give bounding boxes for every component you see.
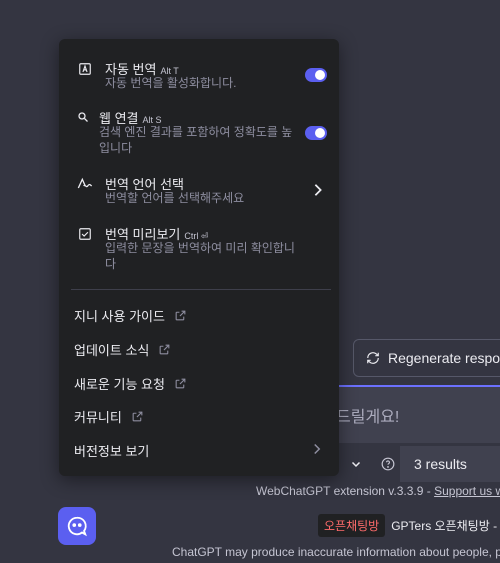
regenerate-button[interactable]: Regenerate response xyxy=(353,339,500,377)
menu-item-translate-preview[interactable]: 번역 미리보기 Ctrl ⏎ 입력한 문장을 번역하여 미리 확인합니다 xyxy=(77,224,327,274)
external-link-icon xyxy=(131,410,144,423)
search-options-select[interactable] xyxy=(336,446,376,482)
translate-wave-icon xyxy=(77,176,93,192)
menu-item-desc: 검색 엔진 결과를 포함하여 정확도를 높입니다 xyxy=(99,125,293,155)
external-link-icon xyxy=(174,309,187,322)
results-count-select[interactable]: 3 results xyxy=(400,446,500,482)
genie-fab-button[interactable] xyxy=(58,507,96,545)
checkbox-icon xyxy=(77,226,93,242)
prompt-input-text: 드릴게요! xyxy=(336,409,400,426)
update-news-link[interactable]: 업데이트 소식 xyxy=(74,340,171,359)
chevron-right-icon xyxy=(313,442,321,460)
webchatgpt-controls: 3 results xyxy=(336,446,500,482)
menu-item-desc: 자동 번역을 활성화합니다. xyxy=(105,76,237,90)
support-link[interactable]: Support us wi xyxy=(434,484,500,498)
help-icon[interactable] xyxy=(376,446,400,482)
chevron-down-icon xyxy=(351,461,361,468)
search-icon xyxy=(75,109,91,125)
menu-item-web-connect[interactable]: 웹 연결 Alt S 검색 엔진 결과를 포함하여 정확도를 높입니다 xyxy=(77,108,327,158)
prompt-input[interactable]: 드릴게요! xyxy=(336,385,500,443)
menu-item-language-select[interactable]: 번역 언어 선택 번역할 언어를 선택해주세요 xyxy=(77,174,327,208)
version-info-link[interactable]: 버전정보 보기 xyxy=(74,441,149,460)
web-connect-toggle[interactable] xyxy=(305,126,327,140)
open-chat-tag[interactable]: 오픈채팅방 xyxy=(318,514,386,537)
chevron-right-icon xyxy=(313,183,323,202)
refresh-icon xyxy=(367,352,379,364)
genie-logo-icon xyxy=(67,516,87,537)
menu-item-desc: 번역할 언어를 선택해주세요 xyxy=(105,191,245,205)
regenerate-label: Regenerate response xyxy=(388,350,500,366)
feature-request-link[interactable]: 새로운 기능 요청 xyxy=(74,374,187,393)
letter-a-box-icon xyxy=(77,61,93,77)
external-link-icon xyxy=(158,343,171,356)
open-chat-text[interactable]: GPTers 오픈채팅방 - xyxy=(391,517,497,534)
menu-item-auto-translate[interactable]: 자동 번역 Alt T 자동 번역을 활성화합니다. xyxy=(77,59,327,95)
auto-translate-toggle[interactable] xyxy=(305,68,327,82)
genie-settings-menu: 자동 번역 Alt T 자동 번역을 활성화합니다. 웹 연결 Alt S 검색 엔… xyxy=(59,39,339,476)
community-link[interactable]: 커뮤니티 xyxy=(74,407,144,426)
guide-link[interactable]: 지니 사용 가이드 xyxy=(74,306,187,325)
open-chat-banner: 오픈채팅방 GPTers 오픈채팅방 - xyxy=(318,514,497,537)
extension-info: WebChatGPT extension v.3.3.9 - Support u… xyxy=(256,484,500,498)
menu-divider xyxy=(71,289,331,290)
disclaimer-text: ChatGPT may produce inaccurate informati… xyxy=(172,545,500,559)
menu-item-desc: 입력한 문장을 번역하여 미리 확인합니다 xyxy=(105,241,295,271)
external-link-icon xyxy=(174,377,187,390)
results-count-label: 3 results xyxy=(414,456,467,472)
